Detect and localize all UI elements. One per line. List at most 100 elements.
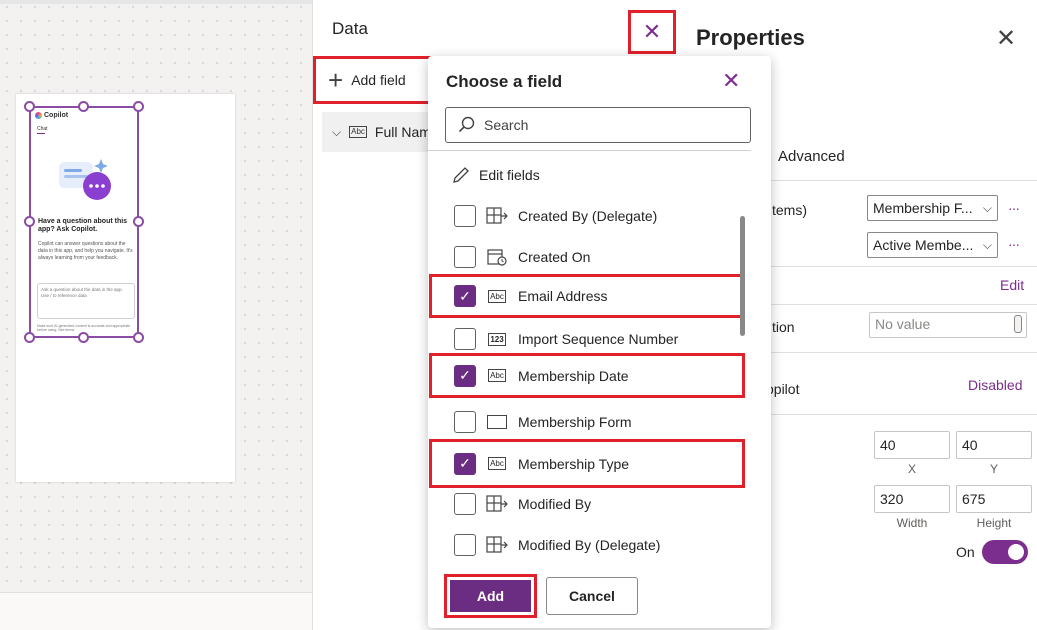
field-option[interactable]: Created On bbox=[454, 238, 744, 276]
edit-fields-label: Edit fields bbox=[479, 167, 540, 183]
x-input[interactable]: 40 bbox=[874, 431, 950, 459]
field-option[interactable]: Membership Form bbox=[454, 403, 744, 441]
copilot-tab-underline bbox=[37, 133, 45, 134]
ation-label: tion bbox=[772, 319, 795, 335]
checkbox[interactable] bbox=[454, 328, 476, 350]
properties-close-icon[interactable]: ✕ bbox=[996, 24, 1016, 53]
resize-handle-bottom[interactable] bbox=[78, 332, 89, 343]
field-option[interactable]: ✓ Abc Email Address bbox=[429, 274, 745, 318]
field-option-label: Modified By (Delegate) bbox=[518, 537, 661, 553]
canvas-area: Copilot Chat Have a question about this … bbox=[0, 0, 312, 630]
pencil-icon bbox=[453, 167, 469, 183]
plus-icon: + bbox=[328, 65, 344, 95]
checkbox[interactable] bbox=[454, 493, 476, 515]
resize-handle-top-right[interactable] bbox=[133, 101, 144, 112]
property-value-placeholder: No value bbox=[875, 316, 931, 332]
divider bbox=[766, 352, 1037, 353]
edit-fields-button[interactable]: Edit fields bbox=[452, 166, 540, 184]
y-caption: Y bbox=[989, 462, 998, 476]
lookup-icon bbox=[486, 207, 508, 225]
field-option-label: Created By (Delegate) bbox=[518, 208, 658, 224]
resize-handle-bottom-right[interactable] bbox=[133, 332, 144, 343]
field-row-label: Full Nam bbox=[374, 124, 431, 140]
field-option[interactable]: Modified By (Delegate) bbox=[454, 526, 744, 564]
items-label: tems) bbox=[772, 202, 807, 218]
width-input[interactable]: 320 bbox=[874, 485, 950, 513]
checkbox-checked[interactable]: ✓ bbox=[454, 452, 476, 475]
resize-handle-top[interactable] bbox=[78, 101, 89, 112]
height-input[interactable]: 675 bbox=[956, 485, 1032, 513]
search-placeholder: Search bbox=[484, 117, 529, 133]
copilot-logo-icon bbox=[35, 112, 42, 119]
tab-advanced[interactable]: Advanced bbox=[778, 148, 845, 165]
field-option-label: Import Sequence Number bbox=[518, 331, 679, 347]
resize-handle-bottom-left[interactable] bbox=[24, 332, 35, 343]
divider bbox=[766, 266, 1037, 267]
field-option-label: Email Address bbox=[518, 288, 608, 304]
checkbox-checked[interactable]: ✓ bbox=[454, 285, 476, 307]
more-options-icon[interactable]: ··· bbox=[1008, 200, 1020, 216]
text-icon: Abc bbox=[488, 369, 506, 382]
resize-handle-right[interactable] bbox=[133, 216, 144, 227]
cancel-button[interactable]: Cancel bbox=[546, 577, 638, 615]
properties-title: Properties bbox=[696, 25, 805, 50]
lookup-icon bbox=[486, 495, 508, 513]
checkbox[interactable] bbox=[454, 411, 476, 433]
list-scrollbar[interactable] bbox=[740, 216, 745, 336]
view-dropdown-value: Active Membe... bbox=[873, 237, 974, 253]
field-option[interactable]: ✓ Abc Membership Date bbox=[429, 353, 745, 398]
choose-field-close-icon[interactable]: ✕ bbox=[722, 68, 740, 94]
lookup-icon bbox=[486, 536, 508, 554]
checkbox-checked[interactable]: ✓ bbox=[454, 364, 476, 387]
divider bbox=[766, 414, 1037, 415]
resize-handle-left[interactable] bbox=[24, 216, 35, 227]
view-dropdown[interactable]: Active Membe... ⌵ bbox=[867, 232, 998, 258]
more-options-icon[interactable]: ··· bbox=[1008, 236, 1020, 252]
canvas-status-bar bbox=[0, 592, 312, 630]
items-dropdown-value: Membership F... bbox=[873, 200, 973, 216]
field-option-label: Membership Date bbox=[518, 367, 629, 384]
number-icon: 123 bbox=[488, 332, 506, 346]
field-option-label: Modified By bbox=[518, 496, 592, 512]
add-button[interactable]: Add bbox=[450, 580, 531, 612]
search-icon bbox=[458, 116, 475, 133]
toggle-label: On bbox=[956, 544, 975, 560]
chevron-down-icon: ⌵ bbox=[982, 200, 992, 215]
y-input[interactable]: 40 bbox=[956, 431, 1032, 459]
copilot-label: opilot bbox=[766, 381, 800, 397]
add-button-highlight[interactable]: Add bbox=[444, 574, 537, 618]
canvas-top-bar bbox=[0, 0, 312, 4]
divider bbox=[766, 304, 1037, 305]
visible-toggle[interactable] bbox=[982, 540, 1028, 564]
copilot-title: Have a question about this app? Ask Copi… bbox=[38, 218, 128, 233]
add-field-label: Add field bbox=[351, 72, 406, 88]
chevron-down-icon[interactable]: ⌵ bbox=[332, 125, 341, 140]
data-panel-close-icon[interactable]: ✕ bbox=[628, 10, 676, 54]
items-dropdown[interactable]: Membership F... ⌵ bbox=[867, 195, 998, 221]
copilot-status[interactable]: Disabled bbox=[968, 377, 1022, 393]
divider bbox=[766, 180, 1037, 181]
field-option-label: Membership Type bbox=[518, 455, 630, 472]
copilot-chat-tab: Chat bbox=[37, 126, 48, 132]
field-option[interactable]: Modified By bbox=[454, 485, 744, 523]
data-panel-title: Data bbox=[332, 19, 368, 38]
resize-handle-top-left[interactable] bbox=[24, 101, 35, 112]
copilot-chat-illustration-icon bbox=[59, 159, 111, 200]
toggle-knob bbox=[1008, 544, 1024, 560]
height-caption: Height bbox=[976, 516, 1012, 530]
checkbox[interactable] bbox=[454, 205, 476, 227]
choose-field-dialog: Choose a field ✕ Search Edit fields Crea… bbox=[428, 56, 771, 628]
copilot-header: Copilot bbox=[35, 112, 68, 119]
field-option[interactable]: ✓ Abc Membership Type bbox=[429, 439, 745, 488]
copilot-description: Copilot can answer questions about the d… bbox=[38, 241, 133, 261]
copilot-component[interactable]: Copilot Chat Have a question about this … bbox=[29, 106, 139, 338]
field-option-label: Membership Form bbox=[518, 414, 632, 430]
add-field-button[interactable]: + Add field bbox=[313, 56, 433, 104]
field-option[interactable]: Created By (Delegate) bbox=[454, 197, 744, 235]
edit-fields-link[interactable]: Edit bbox=[1000, 277, 1024, 293]
checkbox[interactable] bbox=[454, 534, 476, 556]
checkbox[interactable] bbox=[454, 246, 476, 268]
property-value-input[interactable]: No value bbox=[869, 312, 1027, 338]
copilot-question-input[interactable]: Ask a question about the data in the app… bbox=[37, 283, 135, 319]
search-input[interactable]: Search bbox=[445, 107, 751, 143]
